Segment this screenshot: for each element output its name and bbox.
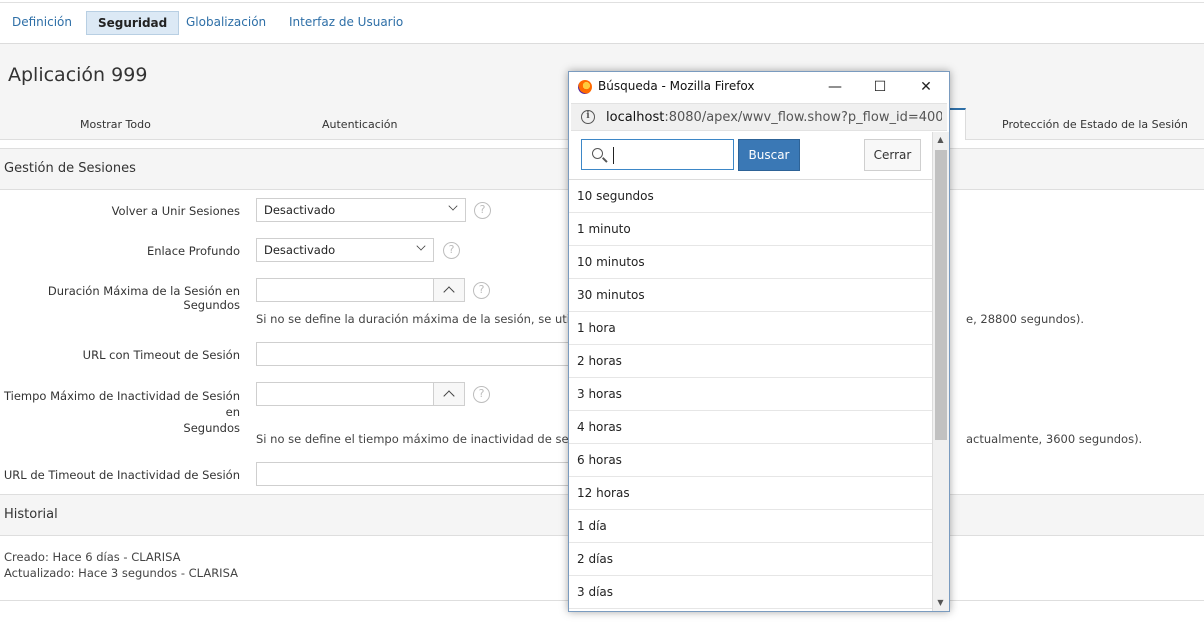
- search-toolbar: Buscar Cerrar: [569, 132, 933, 180]
- section-title: Gestión de Sesiones: [4, 161, 136, 176]
- tab-globalizacion[interactable]: Globalización: [175, 11, 277, 35]
- tab-definicion[interactable]: Definición: [1, 11, 83, 35]
- url-text: localhost:8080/apex/wwv_flow.show?p_flow…: [606, 110, 942, 125]
- scroll-thumb[interactable]: [935, 150, 947, 440]
- list-item[interactable]: 6 horas: [569, 444, 932, 477]
- help-icon[interactable]: ?: [473, 282, 490, 299]
- help-icon[interactable]: ?: [473, 386, 490, 403]
- scroll-down-icon[interactable]: ▼: [936, 598, 945, 607]
- tab-interfaz-usuario[interactable]: Interfaz de Usuario: [278, 11, 414, 35]
- timeout-url-label: URL con Timeout de Sesión: [82, 348, 240, 362]
- list-item[interactable]: 10 minutos: [569, 246, 932, 279]
- close-icon[interactable]: ✕: [914, 76, 938, 98]
- max-duration-label: Duración Máxima de la Sesión en Segundos: [47, 284, 240, 312]
- list-item[interactable]: 4 horas: [569, 411, 932, 444]
- list-item[interactable]: 1 minuto: [569, 213, 932, 246]
- list-item[interactable]: 1 día: [569, 510, 932, 543]
- subtab-mostrar-todo[interactable]: Mostrar Todo: [80, 118, 151, 131]
- idle-timeout-label: Tiempo Máximo de Inactividad de Sesión e…: [0, 388, 240, 436]
- deep-link-label: Enlace Profundo: [146, 244, 240, 258]
- help-icon[interactable]: ?: [474, 202, 491, 219]
- list-item[interactable]: 2 días: [569, 543, 932, 576]
- timeout-url-input[interactable]: [256, 342, 576, 366]
- firefox-icon: [578, 80, 592, 94]
- list-item[interactable]: 3 días: [569, 576, 932, 609]
- scrollbar[interactable]: ▲ ▼: [932, 132, 949, 611]
- search-button[interactable]: Buscar: [738, 139, 800, 171]
- list-item[interactable]: 12 horas: [569, 477, 932, 510]
- top-tab-bar: Definición Seguridad Globalización Inter…: [0, 3, 1204, 44]
- select-value: Desactivado: [264, 203, 336, 217]
- window-title: Búsqueda - Mozilla Firefox: [598, 79, 755, 93]
- select-value: Desactivado: [264, 243, 336, 257]
- chevron-down-icon: [416, 241, 426, 251]
- idle-timeout-note: Si no se define el tiempo máximo de inac…: [256, 432, 606, 446]
- increment-button[interactable]: [433, 279, 464, 301]
- list-item[interactable]: 10 segundos: [569, 180, 932, 213]
- minimize-icon[interactable]: —: [823, 76, 847, 98]
- idle-timeout-note-tail: actualmente, 3600 segundos).: [966, 432, 1143, 446]
- search-icon: [592, 148, 603, 159]
- list-item[interactable]: 2 horas: [569, 345, 932, 378]
- idle-timeout-input[interactable]: [256, 382, 465, 406]
- chevron-up-icon: [443, 286, 455, 298]
- url-bar[interactable]: i localhost:8080/apex/wwv_flow.show?p_fl…: [571, 103, 947, 131]
- scroll-up-icon[interactable]: ▲: [936, 135, 945, 144]
- subtab-proteccion-estado[interactable]: Protección de Estado de la Sesión: [1002, 118, 1188, 131]
- results-list: 10 segundos 1 minuto 10 minutos 30 minut…: [569, 180, 932, 609]
- section-title: Historial: [4, 507, 58, 522]
- max-duration-note: Si no se define la duración máxima de la…: [256, 312, 602, 326]
- max-duration-note-tail: e, 28800 segundos).: [966, 312, 1085, 326]
- chevron-down-icon: [448, 201, 458, 211]
- window-titlebar[interactable]: Búsqueda - Mozilla Firefox — ☐ ✕: [569, 72, 949, 103]
- max-duration-input[interactable]: [256, 278, 465, 302]
- rejoin-sessions-label: Volver a Unir Sesiones: [111, 204, 240, 218]
- help-icon[interactable]: ?: [443, 242, 460, 259]
- close-button[interactable]: Cerrar: [864, 139, 921, 171]
- tab-seguridad[interactable]: Seguridad: [86, 11, 180, 35]
- page-title: Aplicación 999: [8, 64, 148, 86]
- list-item[interactable]: 3 horas: [569, 378, 932, 411]
- idle-url-input[interactable]: [256, 462, 576, 486]
- idle-url-label: URL de Timeout de Inactividad de Sesión: [3, 468, 240, 482]
- idle-label-line2: Segundos: [183, 421, 240, 435]
- url-host: localhost: [606, 110, 665, 125]
- list-item[interactable]: 30 minutos: [569, 279, 932, 312]
- maximize-icon[interactable]: ☐: [868, 76, 892, 98]
- list-item[interactable]: 1 hora: [569, 312, 932, 345]
- url-path: :8080/apex/wwv_flow.show?p_flow_id=4000&: [664, 110, 942, 125]
- idle-label-line1: Tiempo Máximo de Inactividad de Sesión e…: [3, 389, 240, 419]
- search-popup-window: Búsqueda - Mozilla Firefox — ☐ ✕ i local…: [568, 71, 950, 612]
- created-info: Creado: Hace 6 días - CLARISA: [4, 550, 181, 564]
- search-input[interactable]: [581, 139, 734, 170]
- rejoin-sessions-select[interactable]: Desactivado: [256, 198, 466, 222]
- info-icon[interactable]: i: [581, 110, 595, 124]
- increment-button[interactable]: [433, 383, 464, 405]
- updated-info: Actualizado: Hace 3 segundos - CLARISA: [4, 566, 238, 580]
- deep-link-select[interactable]: Desactivado: [256, 238, 434, 262]
- text-cursor: [613, 147, 614, 164]
- chevron-up-icon: [443, 390, 455, 402]
- subtab-autenticacion[interactable]: Autenticación: [322, 118, 398, 131]
